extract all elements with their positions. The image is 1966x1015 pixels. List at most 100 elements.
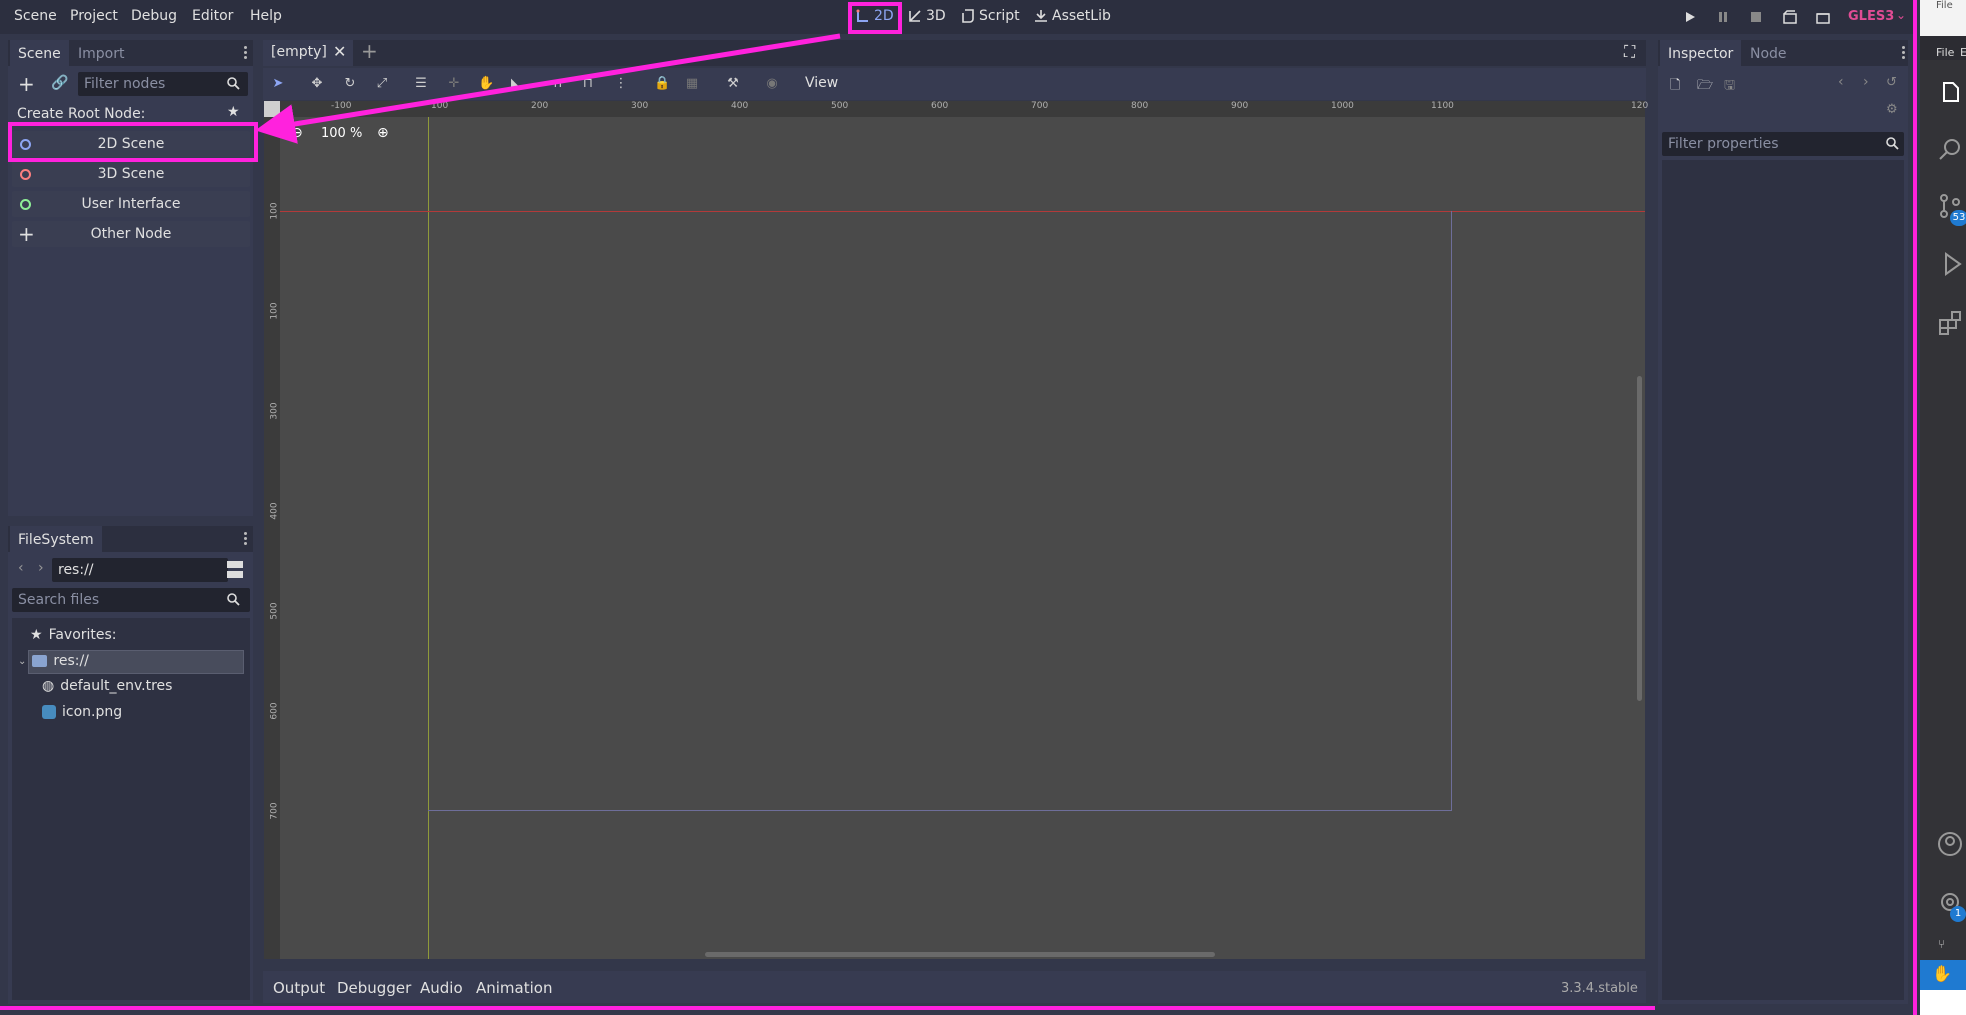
- stop-icon[interactable]: [1750, 11, 1762, 23]
- tab-inspector[interactable]: Inspector: [1660, 40, 1742, 66]
- play-icon[interactable]: [1684, 11, 1696, 23]
- git-branch-icon[interactable]: ⑂: [1938, 937, 1945, 951]
- tab-scene[interactable]: Scene: [10, 40, 69, 66]
- tab-filesystem[interactable]: FileSystem: [10, 526, 102, 552]
- chevron-down-icon[interactable]: ⌄: [1896, 8, 1906, 22]
- vscode-menu-file[interactable]: File: [1936, 0, 1953, 11]
- add-node-icon[interactable]: +: [18, 72, 35, 96]
- search-files-input[interactable]: Search files: [12, 588, 250, 612]
- play-scene-icon[interactable]: [1783, 10, 1797, 24]
- history-back-icon[interactable]: ‹: [1838, 74, 1844, 90]
- workspace-assetlib-button[interactable]: AssetLib: [1034, 8, 1111, 24]
- view-menu[interactable]: View: [805, 75, 838, 91]
- horizontal-scrollbar[interactable]: [705, 952, 1215, 957]
- run-debug-icon[interactable]: [1936, 250, 1964, 278]
- file-item[interactable]: icon.png: [42, 704, 122, 720]
- tab-output[interactable]: Output: [273, 979, 325, 997]
- menu-editor[interactable]: Editor: [192, 8, 233, 24]
- ruler-tool-icon[interactable]: ◣: [508, 76, 524, 92]
- move-tool-icon[interactable]: ✥: [309, 76, 325, 92]
- zoom-out-icon[interactable]: ⊖: [291, 125, 303, 141]
- fullscreen-icon[interactable]: ⛶: [1624, 42, 1635, 62]
- pan-tool-icon[interactable]: ✋: [478, 76, 494, 92]
- extensions-icon[interactable]: [1936, 308, 1964, 336]
- user-interface-button[interactable]: User Interface: [12, 191, 250, 217]
- menu-project[interactable]: Project: [70, 8, 118, 24]
- history-icon[interactable]: ↺: [1886, 75, 1897, 90]
- dock-menu-icon[interactable]: [244, 532, 248, 547]
- tab-import[interactable]: Import: [70, 40, 132, 66]
- dock-menu-icon[interactable]: [244, 46, 248, 61]
- menu-help[interactable]: Help: [250, 8, 282, 24]
- camera-override-icon[interactable]: ◉: [764, 76, 780, 92]
- forward-icon[interactable]: ›: [38, 560, 44, 576]
- group-icon[interactable]: ▦: [684, 76, 700, 92]
- save-icon[interactable]: 🖫: [1724, 76, 1735, 98]
- snap-toggle-icon[interactable]: ∩: [550, 76, 566, 92]
- canvas-viewport[interactable]: -100 100 200 300 400 500 600 700 800 900…: [264, 101, 1648, 959]
- back-icon[interactable]: ‹: [18, 560, 24, 576]
- rotate-tool-icon[interactable]: ↻: [342, 76, 358, 92]
- pivot-tool-icon[interactable]: ✛: [446, 76, 462, 92]
- plus-icon: +: [18, 222, 35, 246]
- 3d-scene-button[interactable]: 3D Scene: [12, 161, 250, 187]
- tab-animation[interactable]: Animation: [476, 979, 552, 997]
- more-options-icon[interactable]: ⋮: [613, 76, 629, 92]
- vertical-scrollbar[interactable]: [1637, 376, 1642, 701]
- lock-icon[interactable]: 🔒: [654, 76, 670, 92]
- list-select-icon[interactable]: ☰: [413, 76, 429, 92]
- ruler-label: 500: [269, 602, 280, 620]
- explorer-icon[interactable]: [1936, 78, 1964, 106]
- left-ruler: [264, 101, 280, 959]
- favorites-row[interactable]: ★ Favorites:: [30, 627, 117, 643]
- menu-debug[interactable]: Debug: [131, 8, 177, 24]
- filter-properties-input[interactable]: Filter properties: [1662, 132, 1904, 156]
- vscode-menu-file[interactable]: File: [1936, 46, 1954, 59]
- dock-menu-icon[interactable]: [1902, 46, 1906, 61]
- tab-audio[interactable]: Audio: [420, 979, 463, 997]
- chevron-down-icon[interactable]: ⌄: [18, 656, 26, 667]
- pause-icon[interactable]: [1717, 11, 1729, 23]
- workspace-3d-button[interactable]: 3D: [908, 8, 946, 24]
- other-node-button[interactable]: + Other Node: [12, 221, 250, 247]
- select-tool-icon[interactable]: ➤: [270, 76, 286, 92]
- menu-scene[interactable]: Scene: [14, 8, 57, 24]
- star-icon[interactable]: ★: [227, 104, 240, 120]
- favorites-label: Favorites:: [48, 627, 117, 643]
- ruler-label: -100: [331, 101, 352, 111]
- new-scene-tab-icon[interactable]: +: [361, 39, 378, 63]
- zoom-level[interactable]: 100 %: [321, 126, 362, 141]
- grid-snap-icon[interactable]: ⊓: [580, 76, 596, 92]
- res-root-item[interactable]: ⌄ res://: [18, 653, 89, 669]
- account-icon[interactable]: [1936, 830, 1964, 858]
- ruler-label: 200: [531, 101, 549, 111]
- link-icon[interactable]: 🔗: [51, 75, 68, 91]
- open-folder-icon[interactable]: 🗁: [1697, 76, 1713, 98]
- top-menu-bar: Scene Project Debug Editor Help 2D 3D Sc…: [0, 0, 1916, 34]
- object-properties-icon[interactable]: ⚙: [1886, 102, 1898, 117]
- ruler-label: 600: [931, 101, 949, 111]
- bone-icon[interactable]: ⚒: [725, 76, 741, 92]
- tab-debugger[interactable]: Debugger: [337, 979, 411, 997]
- close-icon[interactable]: ✕: [333, 42, 346, 61]
- renderer-selector[interactable]: GLES3: [1848, 9, 1894, 24]
- zoom-in-icon[interactable]: ⊕: [377, 125, 389, 141]
- filter-nodes-input[interactable]: Filter nodes: [78, 72, 248, 96]
- history-forward-icon[interactable]: ›: [1863, 74, 1869, 90]
- tab-node[interactable]: Node: [1742, 40, 1795, 66]
- file-item[interactable]: ◍ default_env.tres: [42, 678, 172, 694]
- search-icon[interactable]: [1936, 136, 1964, 164]
- 3d-scene-label: 3D Scene: [97, 166, 165, 182]
- new-resource-icon[interactable]: 🗋: [1670, 76, 1680, 98]
- vscode-menu-edit[interactable]: E: [1960, 46, 1966, 59]
- workspace-script-button[interactable]: Script: [961, 8, 1020, 24]
- inspector-dock: Inspector Node 🗋 🗁 🖫 ‹ › ↺ ⚙ Filter prop…: [1658, 40, 1908, 1004]
- path-field[interactable]: res://: [52, 558, 228, 582]
- play-custom-scene-icon[interactable]: [1816, 10, 1830, 24]
- split-view-icon[interactable]: [227, 561, 243, 579]
- scene-tab-label[interactable]: [empty]: [271, 44, 327, 60]
- workspace-2d-button[interactable]: 2D: [856, 8, 894, 24]
- scale-tool-icon[interactable]: ⤢: [374, 76, 390, 92]
- node2d-icon: [20, 139, 31, 150]
- 2d-scene-button[interactable]: 2D Scene: [12, 131, 250, 157]
